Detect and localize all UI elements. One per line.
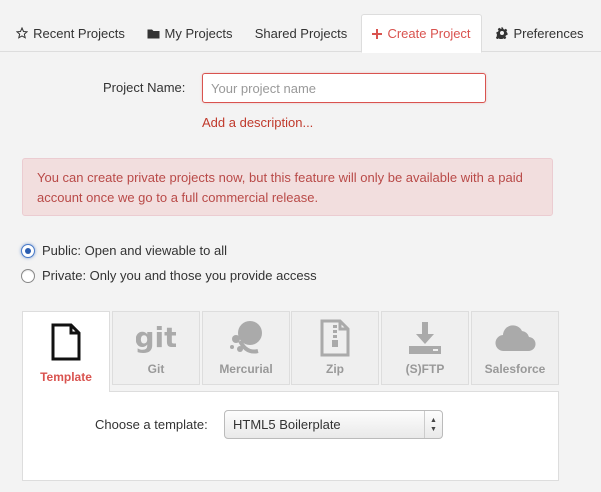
template-select[interactable]: HTML5 Boilerplate ▲ ▼ [224,410,443,439]
tab-preferences[interactable]: Preferences [488,14,592,52]
source-tab-label: Template [40,370,92,384]
tab-recent-projects[interactable]: Recent Projects [8,14,133,52]
cloud-icon [494,323,536,356]
public-radio[interactable] [21,243,35,258]
private-radio-label: Private: Only you and those you provide … [42,268,317,283]
tab-create-project[interactable]: Create Project [361,14,482,53]
source-tab-sftp[interactable]: (S)FTP [381,311,469,385]
star-icon [16,27,29,39]
private-radio[interactable] [21,268,35,283]
git-icon: git [134,321,177,358]
source-tab-mercurial[interactable]: Mercurial [202,311,290,385]
visibility-private-option[interactable]: Private: Only you and those you provide … [21,268,317,283]
source-tab-label: Mercurial [219,362,273,376]
source-tab-git[interactable]: git Git [112,311,200,385]
public-radio-label: Public: Open and viewable to all [42,243,228,258]
download-icon [407,320,443,359]
visibility-public-option[interactable]: Public: Open and viewable to all [21,243,227,258]
source-tab-label: Salesforce [484,362,546,376]
choose-template-label: Choose a template: [95,417,208,432]
tab-label: Create Project [387,26,471,41]
tab-label: Recent Projects [33,25,125,41]
source-tab-salesforce[interactable]: Salesforce [471,311,559,385]
source-tab-template[interactable]: Template [22,311,110,392]
zip-file-icon [320,319,350,360]
add-description-link[interactable]: Add a description... [202,115,313,130]
source-tab-label: Git [147,362,165,376]
tab-label: Shared Projects [254,25,348,41]
source-tab-label: Zip [326,362,344,376]
folder-icon [147,28,160,39]
gear-icon [496,27,508,39]
template-select-value: HTML5 Boilerplate [233,417,341,432]
tab-shared-projects[interactable]: Shared Projects [246,14,356,52]
private-projects-alert: You can create private projects now, but… [22,158,553,216]
tab-label: Preferences [513,25,584,41]
select-arrows-icon: ▲ ▼ [424,411,442,438]
plus-icon [372,28,383,39]
source-tab-label: (S)FTP [405,362,445,376]
svg-text:git: git [136,321,176,354]
project-name-input[interactable] [202,73,486,103]
project-name-label: Project Name: [103,80,186,95]
tab-label: My Projects [164,25,233,41]
document-icon [51,323,81,364]
project-tabs: Recent Projects My Projects Shared Proje… [0,0,601,53]
source-tab-zip[interactable]: Zip [291,311,379,385]
tab-my-projects[interactable]: My Projects [138,14,241,52]
mercurial-icon [226,319,266,360]
